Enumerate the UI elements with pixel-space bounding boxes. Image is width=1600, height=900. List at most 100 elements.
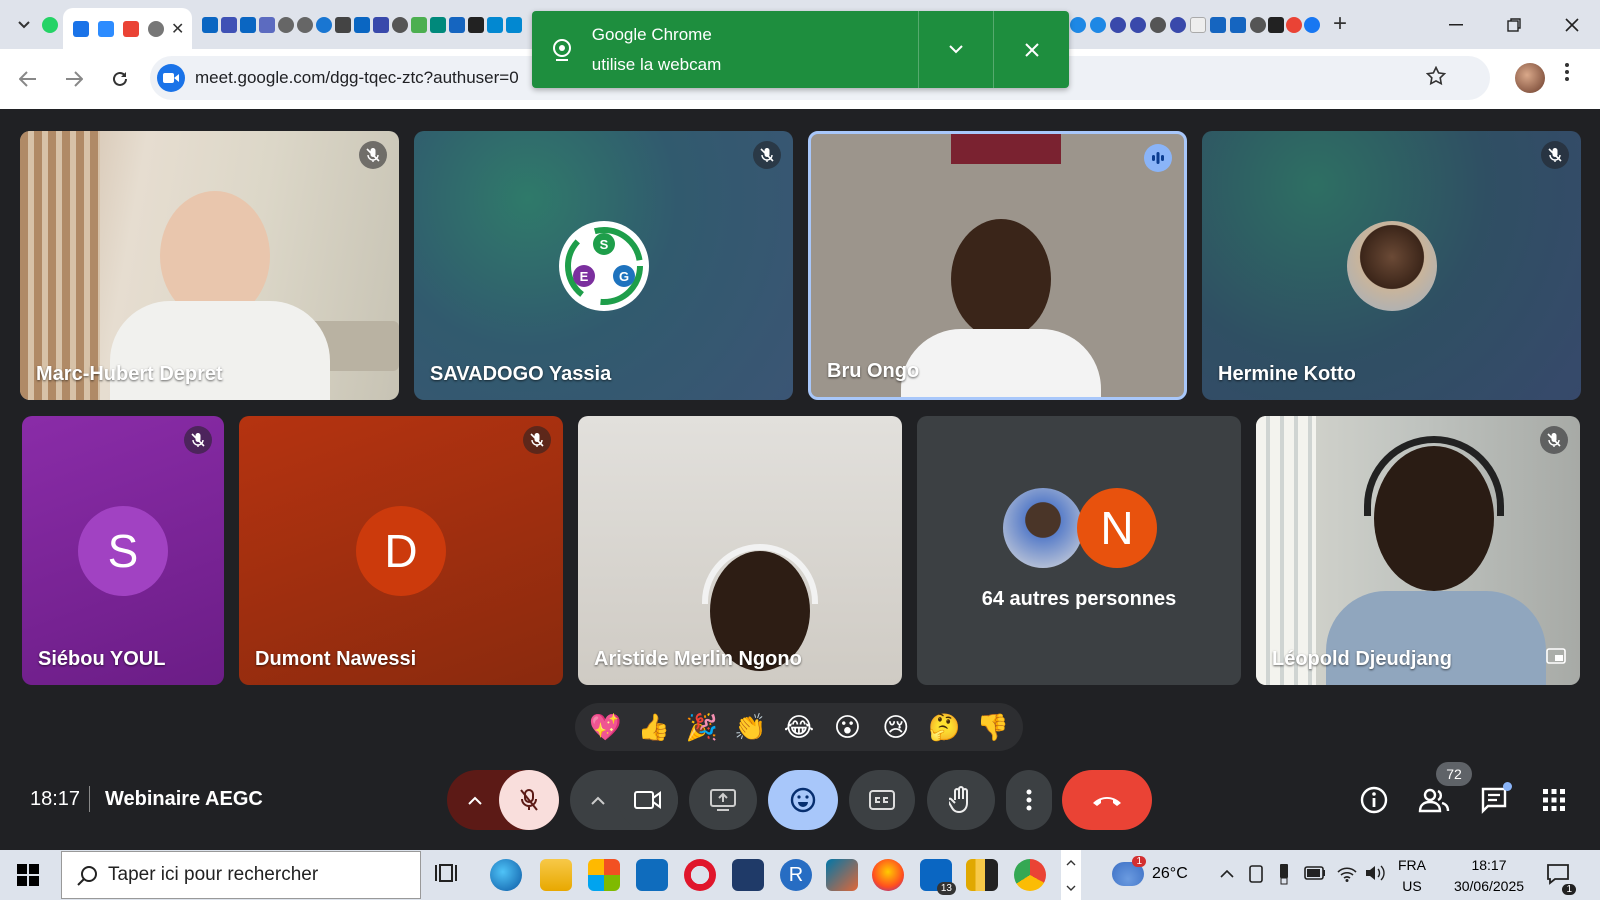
tab-icon[interactable] bbox=[1229, 17, 1246, 33]
chrome-menu-button[interactable] bbox=[1565, 61, 1569, 87]
tab-icon[interactable] bbox=[1285, 17, 1302, 33]
reaction-heart[interactable]: 💖 bbox=[585, 712, 625, 743]
participant-tile[interactable]: S E G SAVADOGO Yassia bbox=[414, 131, 793, 400]
tab-icon[interactable] bbox=[1069, 17, 1086, 33]
tab-icon[interactable] bbox=[506, 16, 523, 33]
linkedin-app-icon[interactable]: 13 bbox=[920, 859, 956, 895]
people-button[interactable] bbox=[1416, 782, 1452, 818]
tab-icon[interactable] bbox=[1129, 17, 1146, 33]
reload-button[interactable] bbox=[100, 59, 140, 99]
globe-tab-icon[interactable] bbox=[297, 16, 314, 33]
linkedin-tab-icon[interactable] bbox=[202, 16, 219, 33]
reaction-thumbs-down[interactable]: 👎 bbox=[973, 712, 1013, 743]
tab-icon[interactable] bbox=[1089, 17, 1106, 33]
tab-icon[interactable] bbox=[430, 16, 447, 33]
taskbar-scroll[interactable] bbox=[1061, 850, 1081, 900]
battery-icon[interactable] bbox=[1304, 866, 1326, 880]
tab-icon[interactable] bbox=[487, 16, 504, 33]
tab-icon[interactable] bbox=[335, 16, 352, 33]
bookmark-star-icon[interactable] bbox=[1425, 65, 1447, 92]
wifi-icon[interactable] bbox=[1336, 864, 1358, 882]
tab-icon[interactable] bbox=[1109, 17, 1126, 33]
active-tab[interactable]: ✕ bbox=[63, 8, 193, 49]
raise-hand-button[interactable] bbox=[927, 770, 995, 830]
notifications-icon[interactable]: 1 bbox=[1546, 862, 1576, 895]
participant-tile[interactable]: S Siébou YOUL bbox=[22, 416, 224, 685]
chat-button[interactable] bbox=[1476, 782, 1512, 818]
more-options-button[interactable] bbox=[1006, 770, 1052, 830]
camera-site-icon[interactable] bbox=[157, 64, 185, 92]
r-tab-icon[interactable] bbox=[411, 16, 428, 33]
reaction-thinking[interactable]: 🤔 bbox=[924, 712, 964, 743]
notification-expand-button[interactable] bbox=[919, 11, 994, 88]
captions-button[interactable] bbox=[849, 770, 915, 830]
reactions-toggle-button[interactable] bbox=[768, 770, 838, 830]
camera-toggle-button[interactable] bbox=[618, 770, 678, 830]
leave-call-button[interactable] bbox=[1062, 770, 1152, 830]
outlook-icon[interactable] bbox=[636, 859, 668, 891]
tab-icon[interactable] bbox=[1209, 17, 1226, 33]
unmute-button[interactable] bbox=[499, 770, 559, 830]
meet-now-icon[interactable] bbox=[1248, 864, 1264, 884]
tab-icon[interactable] bbox=[1267, 17, 1284, 33]
present-screen-button[interactable] bbox=[689, 770, 757, 830]
calculator-app-icon[interactable] bbox=[732, 859, 764, 891]
chrome-icon[interactable] bbox=[1014, 859, 1046, 891]
tab-icon[interactable] bbox=[373, 16, 390, 33]
document-tab-icon[interactable] bbox=[1189, 17, 1206, 33]
restore-button[interactable] bbox=[1486, 0, 1542, 49]
tab-icon[interactable] bbox=[468, 16, 485, 33]
facebook-tab-icon[interactable] bbox=[1303, 17, 1320, 33]
back-button[interactable] bbox=[8, 59, 48, 99]
microsoft-store-icon[interactable] bbox=[588, 859, 620, 891]
list-tab-icon[interactable] bbox=[259, 16, 276, 33]
powerbi-icon[interactable] bbox=[966, 859, 998, 891]
language-indicator[interactable]: FRA US bbox=[1398, 855, 1426, 897]
profile-avatar[interactable] bbox=[1515, 63, 1545, 93]
new-tab-button[interactable]: + bbox=[1333, 10, 1347, 38]
weather-cloud-icon[interactable]: 1 bbox=[1112, 856, 1146, 886]
r-app-icon[interactable]: R bbox=[780, 859, 812, 891]
close-tab-icon[interactable]: ✕ bbox=[171, 19, 184, 39]
reaction-party[interactable]: 🎉 bbox=[682, 712, 722, 743]
activities-button[interactable] bbox=[1536, 782, 1572, 818]
reaction-clap[interactable]: 👏 bbox=[731, 712, 771, 743]
globe-tab-icon[interactable] bbox=[1149, 17, 1166, 33]
whatsapp-tab-icon[interactable] bbox=[41, 16, 58, 33]
meeting-details-button[interactable] bbox=[1356, 782, 1392, 818]
file-explorer-icon[interactable] bbox=[540, 859, 572, 891]
participant-tile[interactable]: Marc-Hubert Depret bbox=[20, 131, 399, 400]
firefox-icon[interactable] bbox=[872, 859, 904, 891]
windows-start-icon[interactable] bbox=[17, 864, 39, 891]
close-window-button[interactable] bbox=[1544, 0, 1600, 49]
globe-tab-icon[interactable] bbox=[392, 16, 409, 33]
system-clock[interactable]: 18:17 30/06/2025 bbox=[1446, 855, 1532, 897]
list-tab-icon[interactable] bbox=[221, 16, 238, 33]
chevron-up-icon[interactable] bbox=[1220, 870, 1234, 878]
forward-button[interactable] bbox=[54, 59, 94, 99]
participant-tile[interactable]: Léopold Djeudjang bbox=[1256, 416, 1580, 685]
linkedin-tab-icon[interactable] bbox=[240, 16, 257, 33]
globe-tab-icon[interactable] bbox=[278, 16, 295, 33]
task-view-icon[interactable] bbox=[434, 859, 466, 891]
weather-temperature[interactable]: 26°C bbox=[1152, 865, 1188, 883]
audio-options-button[interactable] bbox=[447, 770, 503, 830]
globe-tab-icon[interactable] bbox=[1249, 17, 1266, 33]
participant-tile[interactable]: Hermine Kotto bbox=[1202, 131, 1581, 400]
opera-icon[interactable] bbox=[684, 859, 716, 891]
participant-tile[interactable]: Aristide Merlin Ngono bbox=[578, 416, 902, 685]
participant-tile-active-speaker[interactable]: Bru Ongo bbox=[808, 131, 1187, 400]
edge-icon[interactable] bbox=[490, 859, 522, 891]
usb-drive-icon[interactable] bbox=[1278, 862, 1290, 886]
reaction-laugh[interactable]: 😂 bbox=[779, 712, 819, 743]
others-tile[interactable]: N 64 autres personnes bbox=[917, 416, 1241, 685]
video-options-button[interactable] bbox=[574, 770, 622, 830]
reaction-thumbs-up[interactable]: 👍 bbox=[634, 712, 674, 743]
minimize-button[interactable] bbox=[1428, 0, 1484, 49]
volume-icon[interactable] bbox=[1364, 864, 1386, 882]
tab-search-button[interactable] bbox=[8, 9, 40, 41]
matlab-icon[interactable] bbox=[826, 859, 858, 891]
picture-in-picture-icon[interactable] bbox=[1546, 648, 1566, 669]
linkedin-tab-icon[interactable] bbox=[354, 16, 371, 33]
edge-tab-icon[interactable] bbox=[316, 16, 333, 33]
